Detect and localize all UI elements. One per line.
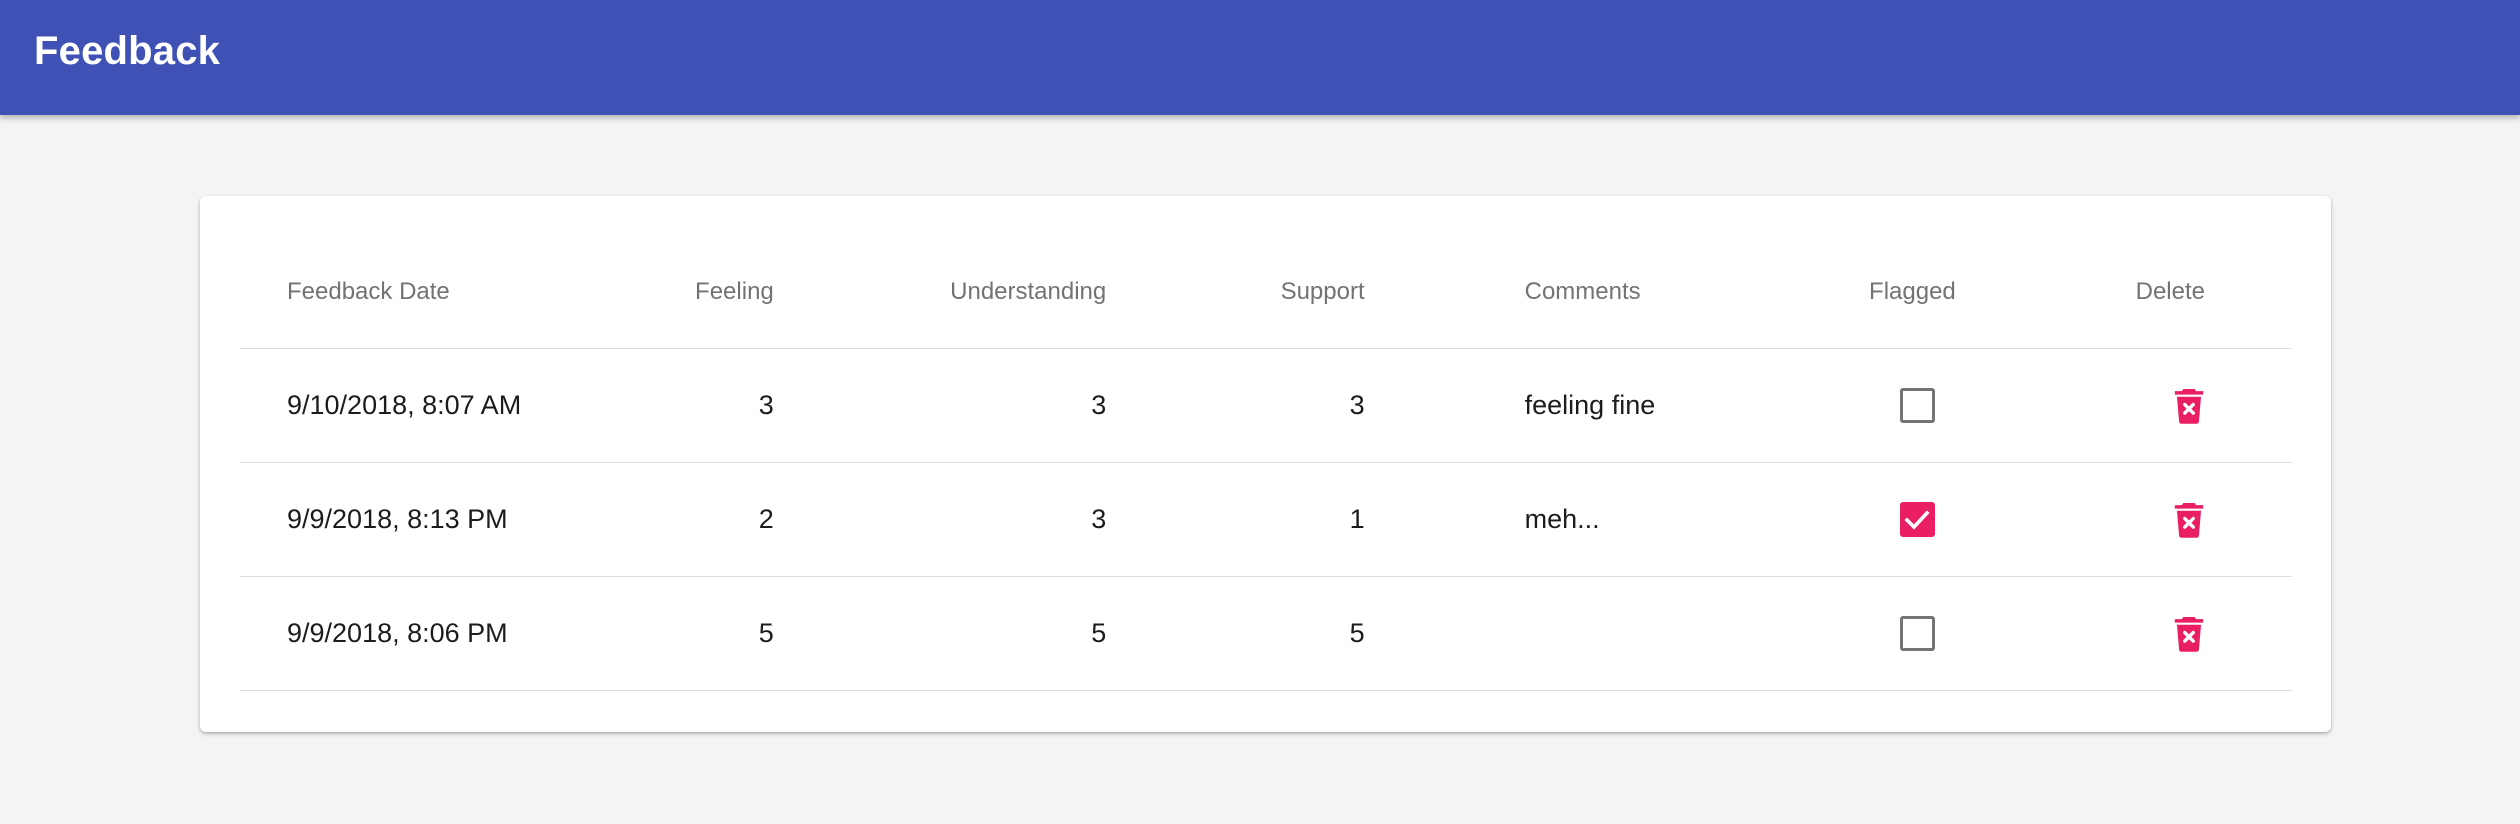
delete-button[interactable] (2165, 382, 2213, 430)
cell-comments: meh... (1364, 462, 1777, 577)
cell-support: 3 (1106, 348, 1365, 463)
cell-flagged (1776, 576, 2049, 691)
delete-wrapper (2049, 382, 2292, 430)
delete-button[interactable] (2165, 496, 2213, 544)
app-title: Feedback (34, 29, 221, 73)
header-understanding: Understanding (773, 236, 1107, 349)
header-feeling: Feeling (637, 236, 774, 349)
app-bar: Feedback (0, 0, 2520, 115)
table-body: 9/10/2018, 8:07 AM 3 3 3 feeling fine 9/… (240, 348, 2292, 691)
cell-understanding: 3 (773, 462, 1107, 577)
delete-wrapper (2049, 610, 2292, 658)
cell-feeling: 5 (637, 576, 774, 691)
flagged-checkbox[interactable] (1899, 616, 1935, 651)
cell-feedback-date: 9/10/2018, 8:07 AM (240, 348, 638, 463)
cell-comments: feeling fine (1364, 348, 1777, 463)
delete-forever-icon (2172, 501, 2206, 539)
cell-flagged (1776, 348, 2049, 463)
cell-delete (2048, 348, 2292, 463)
header-support: Support (1106, 236, 1365, 349)
delete-forever-icon (2172, 387, 2206, 425)
flagged-checkbox[interactable] (1899, 388, 1935, 423)
table-header: Feedback Date Feeling Understanding Supp… (240, 236, 2292, 349)
delete-forever-icon (2172, 615, 2206, 653)
header-row: Feedback Date Feeling Understanding Supp… (240, 236, 2292, 349)
cell-delete (2048, 576, 2292, 691)
table-row: 9/9/2018, 8:13 PM 2 3 1 meh... (240, 462, 2292, 577)
cell-feedback-date: 9/9/2018, 8:06 PM (240, 576, 638, 691)
feedback-table: Feedback Date Feeling Understanding Supp… (240, 236, 2292, 691)
cell-feeling: 3 (637, 348, 774, 463)
check-icon (1904, 509, 1930, 531)
cell-comments (1364, 576, 1777, 691)
table-row: 9/10/2018, 8:07 AM 3 3 3 feeling fine (240, 348, 2292, 463)
cell-understanding: 3 (773, 348, 1107, 463)
cell-flagged (1776, 462, 2049, 577)
cell-feeling: 2 (637, 462, 774, 577)
cell-feedback-date: 9/9/2018, 8:13 PM (240, 462, 638, 577)
cell-support: 1 (1106, 462, 1365, 577)
header-flagged: Flagged (1776, 236, 2049, 349)
header-feedback-date: Feedback Date (240, 236, 638, 349)
delete-wrapper (2049, 496, 2292, 544)
flag-wrapper (1776, 388, 2048, 423)
flagged-checkbox[interactable] (1899, 502, 1935, 537)
header-comments: Comments (1364, 236, 1777, 349)
cell-understanding: 5 (773, 576, 1107, 691)
feedback-card: Feedback Date Feeling Understanding Supp… (200, 196, 2331, 732)
table-row: 9/9/2018, 8:06 PM 5 5 5 (240, 576, 2292, 691)
cell-support: 5 (1106, 576, 1365, 691)
cell-delete (2048, 462, 2292, 577)
header-delete: Delete (2048, 236, 2292, 349)
delete-button[interactable] (2165, 610, 2213, 658)
flag-wrapper (1776, 502, 2048, 537)
flag-wrapper (1776, 616, 2048, 651)
